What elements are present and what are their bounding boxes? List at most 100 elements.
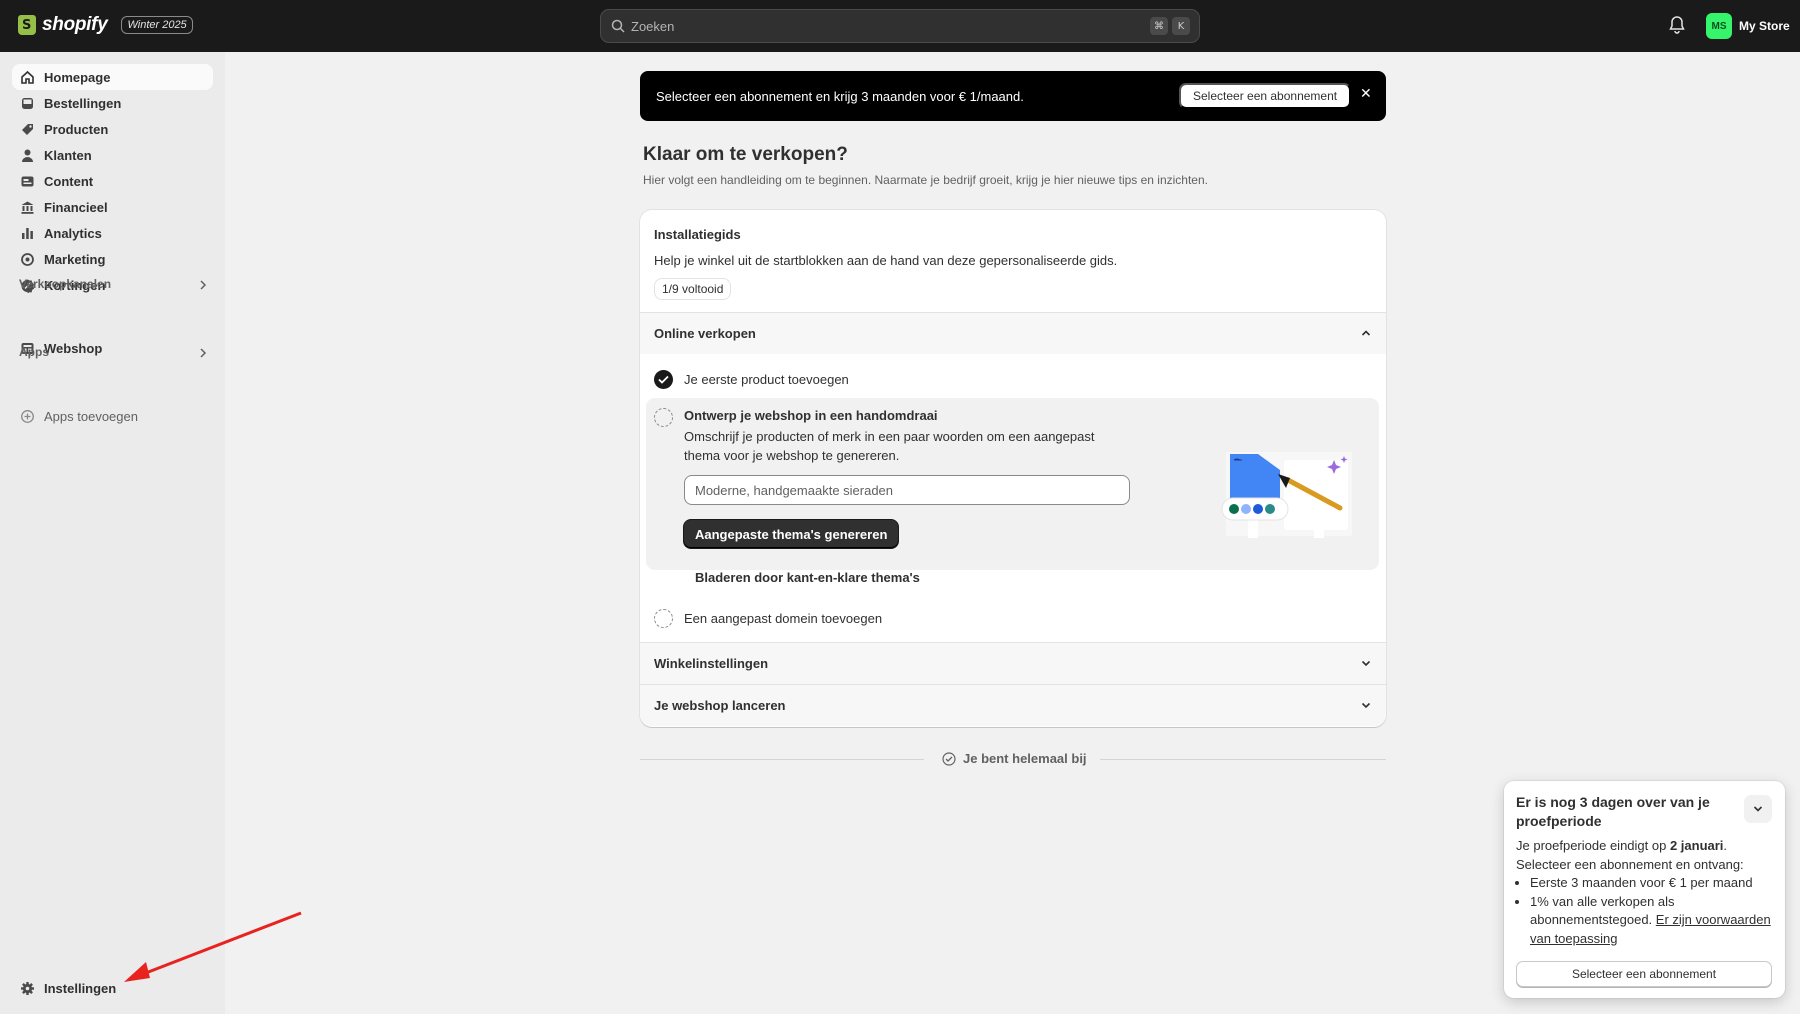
sidebar-item-label: Analytics bbox=[44, 225, 102, 241]
sidebar-item-settings[interactable]: Instellingen bbox=[12, 975, 213, 1001]
check-circle-icon bbox=[942, 751, 956, 766]
task-description: Omschrijf je producten of merk in een pa… bbox=[684, 429, 1095, 463]
all-done-text: Je bent helemaal bij bbox=[963, 751, 1087, 766]
search-input[interactable]: Zoeken ⌘ K bbox=[600, 9, 1200, 43]
target-icon bbox=[21, 252, 34, 266]
trial-popover: Er is nog 3 dagen over van je proefperio… bbox=[1504, 781, 1785, 998]
select-plan-button[interactable]: Selecteer een abonnement bbox=[1516, 961, 1772, 987]
task-label: Een aangepast domein toevoegen bbox=[684, 611, 883, 626]
sidebar-item-homepage[interactable]: Homepage bbox=[12, 64, 213, 90]
trial-offer-line: Selecteer een abonnement en ontvang: bbox=[1516, 856, 1744, 872]
section-online-selling[interactable]: Online verkopen bbox=[640, 312, 1386, 354]
chevron-down-icon[interactable] bbox=[1360, 657, 1372, 669]
sidebar-item-label: Klanten bbox=[44, 147, 92, 163]
pending-circle-icon[interactable] bbox=[654, 408, 673, 427]
progress-badge: 1/9 voltooid bbox=[654, 278, 732, 300]
task-design-webshop: Ontwerp je webshop in een handomdraai Om… bbox=[646, 398, 1379, 585]
search-icon bbox=[611, 19, 625, 33]
gear-icon bbox=[21, 981, 34, 995]
guide-title: Installatiegids bbox=[654, 227, 741, 242]
sidebar-item-label: Producten bbox=[44, 121, 109, 137]
sales-channels-heading[interactable]: Verkoopkanalen bbox=[19, 277, 111, 291]
trial-end-line: Je proefperiode eindigt op 2 januari. bbox=[1516, 837, 1778, 856]
home-icon bbox=[21, 70, 34, 84]
sidebar-item-label: Webshop bbox=[44, 340, 103, 356]
subscription-banner: Selecteer een abonnement en krijg 3 maan… bbox=[640, 71, 1386, 121]
section-title: Online verkopen bbox=[654, 326, 756, 341]
section-launch-webshop[interactable]: Je webshop lanceren bbox=[640, 684, 1386, 726]
section-store-settings[interactable]: Winkelinstellingen bbox=[640, 642, 1386, 684]
task-custom-domain[interactable]: Een aangepast domein toevoegen bbox=[654, 609, 882, 628]
sidebar-item-label: Instellingen bbox=[44, 980, 117, 996]
brand-name: shopify bbox=[42, 14, 108, 35]
benefit-item: 1% van alle verkopen als abonnementstego… bbox=[1530, 893, 1778, 949]
chevron-right-icon[interactable] bbox=[198, 279, 208, 291]
all-done-message: Je bent helemaal bij bbox=[942, 751, 1087, 766]
sidebar-item-label: Bestellingen bbox=[44, 95, 122, 111]
section-title: Je webshop lanceren bbox=[654, 698, 786, 713]
banner-text: Selecteer een abonnement en krijg 3 maan… bbox=[656, 88, 1024, 104]
theme-illustration bbox=[1221, 452, 1352, 538]
sidebar-item-label: Apps toevoegen bbox=[44, 408, 138, 424]
sidebar-item-label: Homepage bbox=[44, 69, 111, 85]
sidebar-item-label: Marketing bbox=[44, 251, 106, 267]
collapse-button[interactable] bbox=[1744, 795, 1772, 823]
section-title: Winkelinstellingen bbox=[654, 656, 769, 671]
bank-icon bbox=[21, 201, 34, 214]
shopify-logo[interactable]: shopify Winter 2025 bbox=[18, 14, 193, 36]
apps-heading[interactable]: Apps bbox=[19, 345, 49, 359]
person-icon bbox=[22, 149, 33, 162]
checkmark-icon bbox=[654, 370, 673, 389]
command-key: ⌘ bbox=[1150, 17, 1168, 35]
trial-end-date: 2 januari bbox=[1669, 838, 1724, 853]
guide-description: Help je winkel uit de startblokken aan d… bbox=[654, 253, 1118, 268]
store-name: My Store bbox=[1739, 19, 1790, 33]
tag-icon bbox=[22, 123, 33, 135]
bar-chart-icon bbox=[22, 227, 33, 239]
chevron-down-icon[interactable] bbox=[1360, 699, 1372, 711]
chevron-right-icon[interactable] bbox=[198, 347, 208, 359]
task-title: Ontwerp je webshop in een handomdraai bbox=[684, 408, 938, 423]
top-bar: shopify Winter 2025 Zoeken ⌘ K MS My Sto… bbox=[0, 0, 1800, 52]
chevron-up-icon[interactable] bbox=[1360, 327, 1372, 339]
trial-end-prefix: Je proefperiode eindigt op bbox=[1516, 838, 1670, 853]
content-icon bbox=[21, 176, 34, 186]
trial-title: Er is nog 3 dagen over van je proefperio… bbox=[1516, 794, 1710, 829]
sidebar-item-label: Content bbox=[44, 173, 94, 189]
plus-circle-icon bbox=[21, 409, 34, 423]
sidebar-item-customers[interactable]: Klanten bbox=[12, 142, 213, 168]
avatar: MS bbox=[1706, 13, 1732, 39]
generate-themes-button[interactable]: Aangepaste thema's genereren bbox=[684, 520, 899, 548]
store-menu[interactable]: MS My Store bbox=[1706, 13, 1790, 39]
benefit-text: 1% van alle verkopen als abonnementstego… bbox=[1530, 893, 1675, 928]
sidebar-item-marketing[interactable]: Marketing bbox=[12, 246, 213, 272]
sidebar: Homepage Bestellingen Producten Klanten … bbox=[0, 52, 225, 1014]
task-first-product[interactable]: Je eerste product toevoegen bbox=[654, 370, 849, 389]
bell-icon[interactable] bbox=[1668, 15, 1686, 35]
sidebar-item-orders[interactable]: Bestellingen bbox=[12, 90, 213, 116]
search-placeholder: Zoeken bbox=[631, 18, 675, 34]
sidebar-item-products[interactable]: Producten bbox=[12, 116, 213, 142]
shopify-bag-icon bbox=[18, 15, 36, 35]
benefits-list: Eerste 3 maanden voor € 1 per maand 1% v… bbox=[1516, 874, 1778, 948]
close-icon[interactable]: ✕ bbox=[1360, 86, 1372, 102]
select-plan-button[interactable]: Selecteer een abonnement bbox=[1179, 83, 1352, 109]
pending-circle-icon bbox=[654, 609, 673, 628]
edition-badge: Winter 2025 bbox=[121, 16, 193, 34]
divider bbox=[640, 759, 924, 760]
chevron-down-icon bbox=[1753, 806, 1763, 812]
sidebar-item-finance[interactable]: Financieel bbox=[12, 194, 213, 220]
trial-end-suffix: . bbox=[1723, 838, 1728, 853]
page-title: Klaar om te verkopen? bbox=[643, 144, 848, 165]
sidebar-item-label: Financieel bbox=[44, 199, 108, 215]
browse-themes-link[interactable]: Bladeren door kant-en-klare thema's bbox=[695, 570, 920, 585]
k-key: K bbox=[1172, 17, 1190, 35]
divider bbox=[1100, 759, 1386, 760]
setup-guide-card: Installatiegids Help je winkel uit de st… bbox=[640, 210, 1386, 727]
sidebar-item-content[interactable]: Content bbox=[12, 168, 213, 194]
page-subtitle: Hier volgt een handleiding om te beginne… bbox=[643, 173, 1208, 187]
theme-description-input[interactable] bbox=[684, 475, 1130, 505]
inbox-icon bbox=[22, 97, 33, 109]
sidebar-item-analytics[interactable]: Analytics bbox=[12, 220, 213, 246]
sidebar-item-add-apps[interactable]: Apps toevoegen bbox=[12, 403, 213, 429]
